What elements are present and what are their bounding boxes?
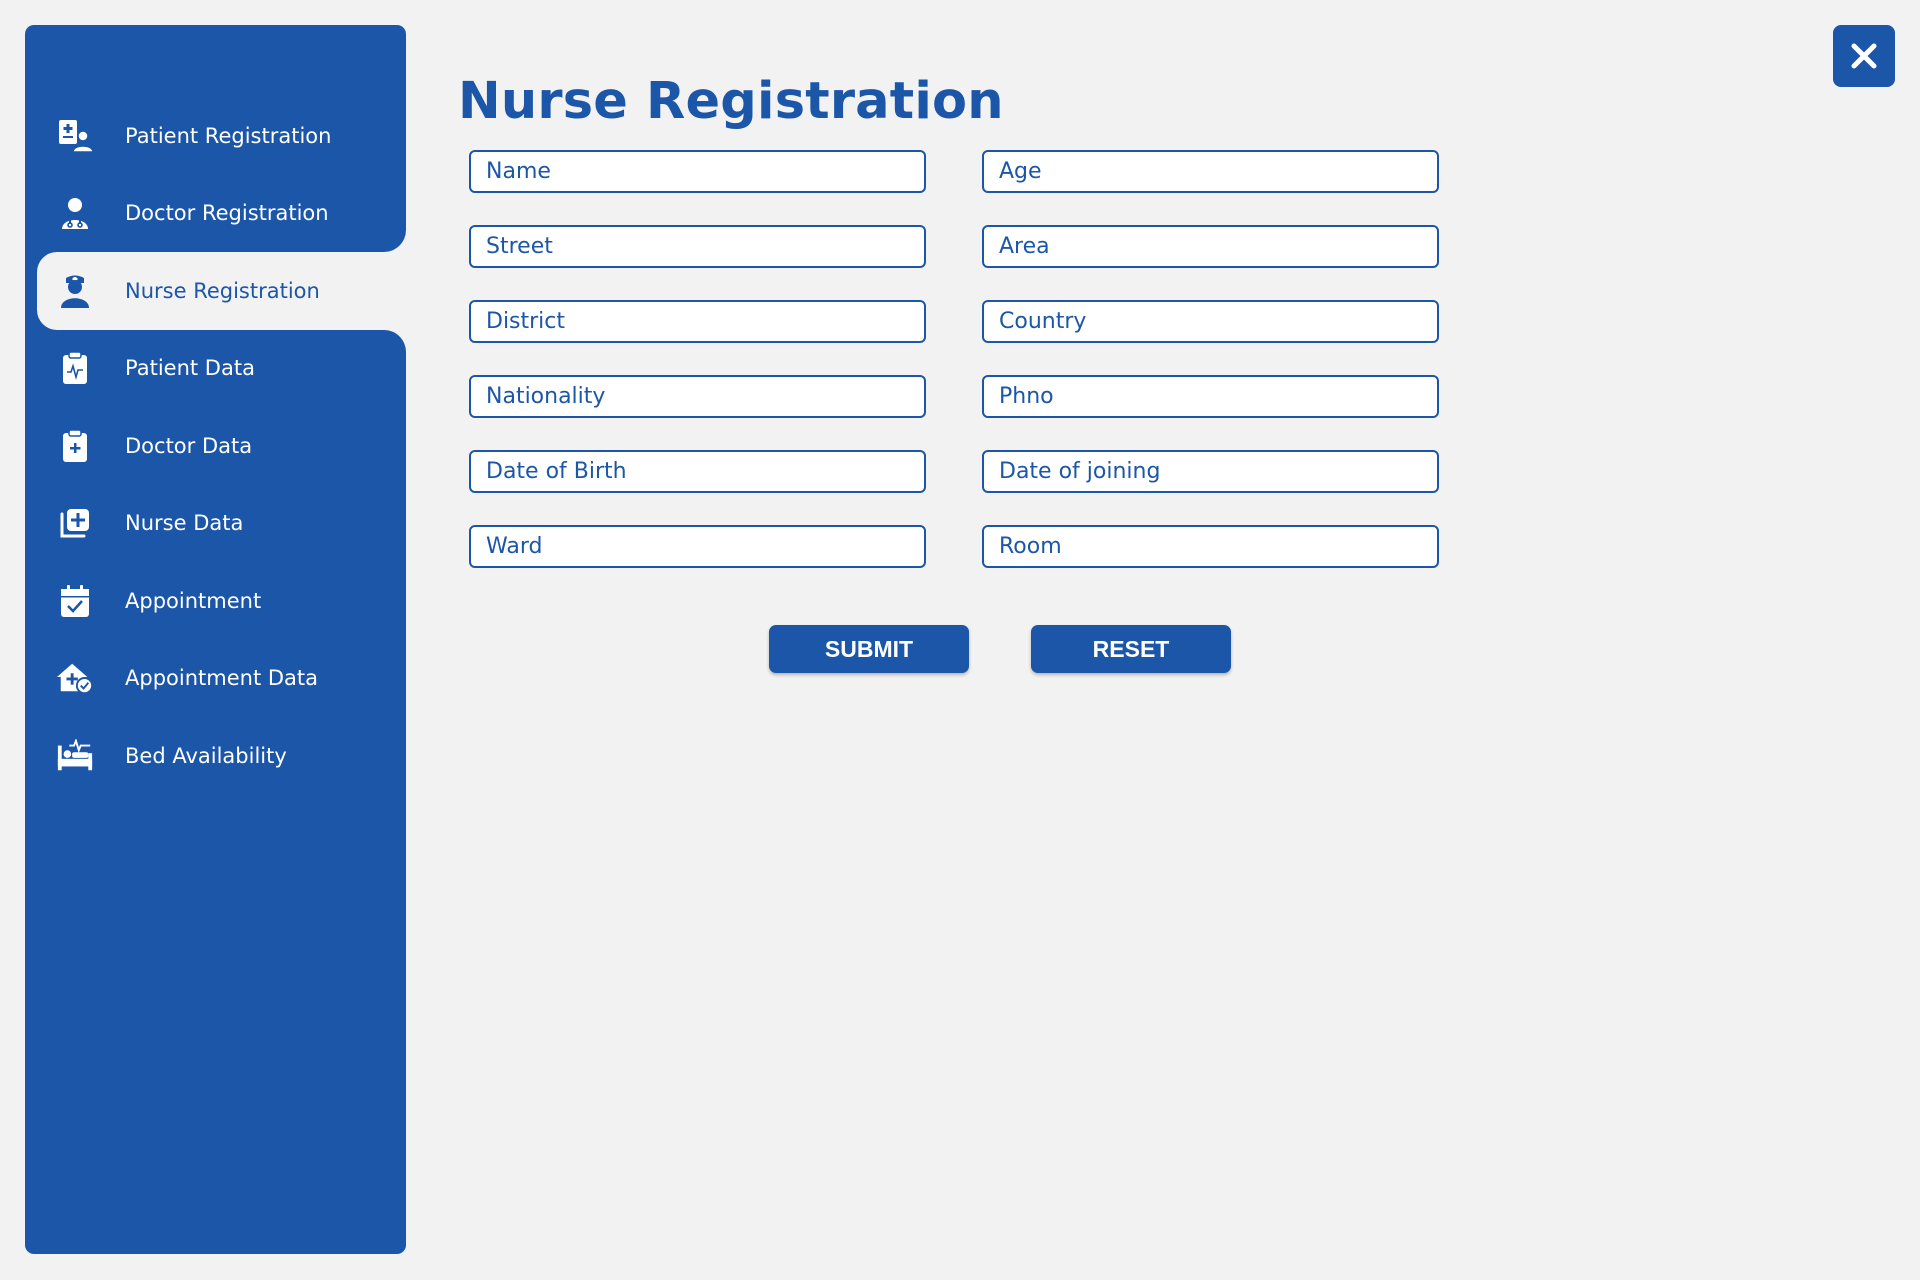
sidebar-item-doctor-data[interactable]: Doctor Data — [25, 407, 406, 485]
doctor-icon — [56, 194, 94, 232]
sidebar-item-label: Nurse Registration — [125, 278, 320, 303]
room-field[interactable] — [982, 525, 1439, 568]
medical-copy-icon — [56, 504, 94, 542]
date-of-joining-field[interactable] — [982, 450, 1439, 493]
sidebar-item-label: Patient Registration — [125, 123, 332, 148]
sidebar-item-appointment-data[interactable]: Appointment Data — [25, 640, 406, 718]
sidebar-item-patient-data[interactable]: Patient Data — [25, 330, 406, 408]
page-title: Nurse Registration — [458, 72, 1004, 132]
bed-pulse-icon — [56, 737, 94, 775]
house-medical-check-icon — [56, 659, 94, 697]
sidebar-item-appointment[interactable]: Appointment — [25, 562, 406, 640]
sidebar-item-nurse-data[interactable]: Nurse Data — [25, 485, 406, 563]
area-field[interactable] — [982, 225, 1439, 268]
country-field[interactable] — [982, 300, 1439, 343]
clipboard-plus-icon — [56, 427, 94, 465]
district-field[interactable] — [469, 300, 926, 343]
sidebar-item-bed-availability[interactable]: Bed Availability — [25, 717, 406, 795]
sidebar: Patient Registration Doctor Registration — [25, 25, 406, 1254]
reset-button[interactable]: RESET — [1031, 625, 1231, 673]
nationality-field[interactable] — [469, 375, 926, 418]
submit-button[interactable]: SUBMIT — [769, 625, 969, 673]
phone-field[interactable] — [982, 375, 1439, 418]
name-field[interactable] — [469, 150, 926, 193]
app-window: Patient Registration Doctor Registration — [0, 0, 1920, 1280]
sidebar-item-nurse-registration[interactable]: Nurse Registration — [37, 252, 406, 330]
age-field[interactable] — [982, 150, 1439, 193]
sidebar-item-label: Appointment — [125, 588, 262, 613]
nurse-registration-form — [469, 150, 1439, 568]
patient-registration-icon — [56, 117, 94, 155]
sidebar-item-label: Bed Availability — [125, 743, 287, 768]
sidebar-nav: Patient Registration Doctor Registration — [25, 97, 406, 795]
clipboard-pulse-icon — [56, 349, 94, 387]
close-icon — [1851, 43, 1877, 69]
sidebar-item-doctor-registration[interactable]: Doctor Registration — [25, 175, 406, 253]
sidebar-item-label: Doctor Registration — [125, 201, 329, 226]
street-field[interactable] — [469, 225, 926, 268]
sidebar-item-label: Nurse Data — [125, 511, 244, 536]
calendar-check-icon — [56, 582, 94, 620]
close-button[interactable] — [1833, 25, 1895, 87]
sidebar-item-label: Patient Data — [125, 356, 255, 381]
sidebar-item-patient-registration[interactable]: Patient Registration — [25, 97, 406, 175]
nurse-icon — [56, 272, 94, 310]
date-of-birth-field[interactable] — [469, 450, 926, 493]
sidebar-item-label: Doctor Data — [125, 433, 253, 458]
sidebar-item-label: Appointment Data — [125, 666, 318, 691]
ward-field[interactable] — [469, 525, 926, 568]
